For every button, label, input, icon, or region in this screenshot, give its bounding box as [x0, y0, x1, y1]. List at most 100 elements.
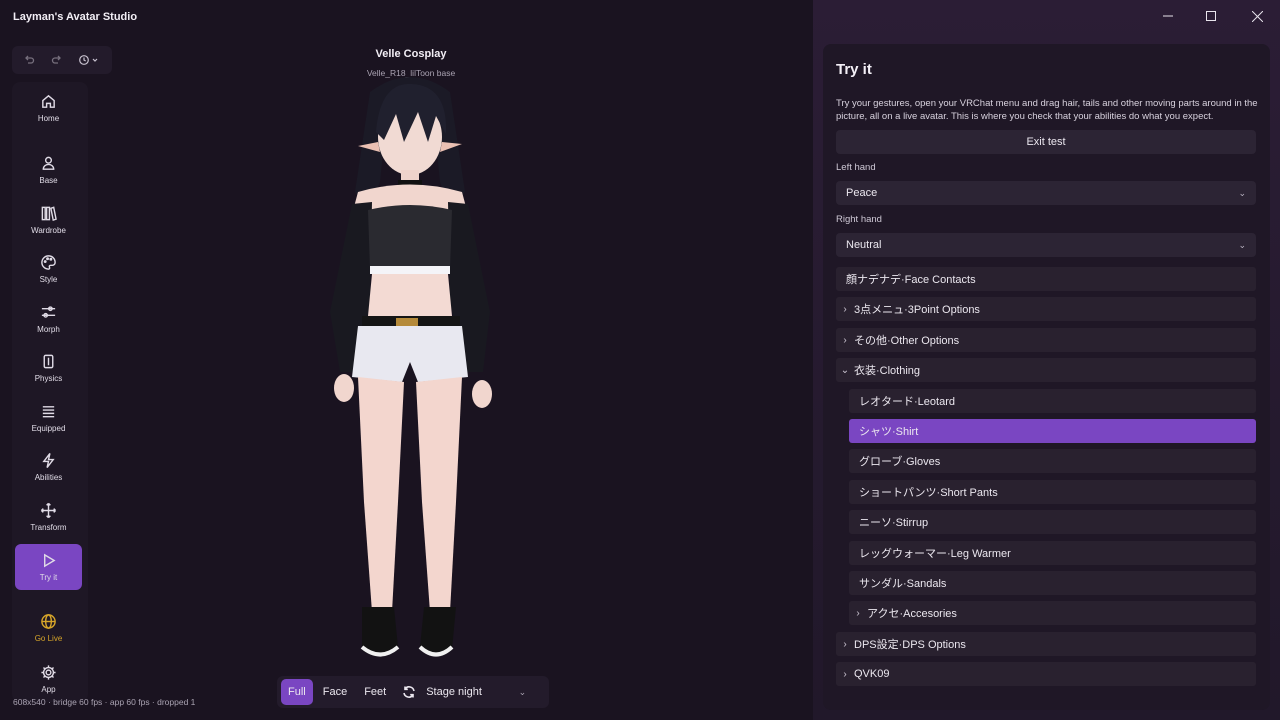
sidebar-item-label: Base [39, 176, 58, 185]
view-face-button[interactable]: Face [316, 679, 354, 705]
sidebar-item-label: Wardrobe [31, 226, 66, 235]
sidebar-item-physics[interactable]: Physics [15, 345, 82, 391]
bolt-icon [42, 452, 55, 469]
sidebar-item-label: Go Live [34, 634, 63, 643]
history-icon[interactable] [74, 49, 104, 71]
stage-select-value: Stage night [426, 686, 482, 698]
right-hand-label: Right hand [836, 214, 882, 225]
sidebar-item-wardrobe[interactable]: Wardrobe [15, 197, 82, 243]
chevron-right-icon: › [856, 607, 860, 619]
chevron-down-icon: ⌄ [1238, 187, 1246, 198]
menu-row[interactable]: › 3点メニュ·3Point Options [836, 297, 1256, 321]
sidebar-item-label: Try it [39, 573, 58, 582]
menu-row-label: ニーソ·Stirrup [859, 517, 929, 529]
sidebar-item-style[interactable]: Style [15, 246, 82, 292]
try-it-panel: Try it Try your gestures, open your VRCh… [823, 44, 1270, 710]
move-icon [40, 502, 57, 519]
minimize-icon[interactable] [1158, 8, 1178, 24]
sidebar-item-label: Transform [30, 523, 67, 532]
history-toolbar [12, 46, 112, 74]
menu-row[interactable]: シャツ·Shirt [849, 419, 1256, 443]
chevron-right-icon: › [843, 638, 847, 650]
menu-row-label: グローブ·Gloves [859, 456, 941, 468]
chevron-down-icon: ⌄ [840, 364, 850, 376]
sidebar-item-label: App [41, 685, 56, 694]
left-hand-label: Left hand [836, 162, 876, 173]
menu-row-label: ショートパンツ·Short Pants [859, 487, 998, 499]
sidebar-item-app[interactable]: App [15, 656, 82, 702]
menu-row[interactable]: ニーソ·Stirrup [849, 510, 1256, 534]
view-feet-button[interactable]: Feet [357, 679, 393, 705]
menu-row[interactable]: › DPS設定·DPS Options [836, 632, 1256, 656]
sidebar-item-equipped[interactable]: Equipped [15, 395, 82, 441]
avatar-name: Velle Cosplay [375, 48, 447, 60]
performance-stats: 608x540 · bridge 60 fps · app 60 fps · d… [13, 697, 196, 707]
globe-icon [41, 614, 56, 629]
menu-row-label: その他·Other Options [854, 335, 960, 347]
refresh-icon[interactable] [396, 679, 422, 705]
exit-test-button[interactable]: Exit test [836, 130, 1256, 154]
play-icon [44, 553, 56, 568]
chevron-down-icon: ⌄ [1238, 239, 1246, 250]
menu-row[interactable]: レオタード·Leotard [849, 389, 1256, 413]
sidebar-item-label: Equipped [31, 424, 66, 433]
sidebar-item-transform[interactable]: Transform [15, 494, 82, 540]
undo-icon[interactable] [18, 49, 40, 71]
menu-row[interactable]: › その他·Other Options [836, 328, 1256, 352]
chevron-right-icon: › [843, 303, 847, 315]
view-toolbar: Full Face Feet Stage night ⌄ [277, 676, 549, 708]
right-hand-select[interactable]: Neutral ⌄ [836, 233, 1256, 257]
menu-row[interactable]: ⌄ 衣装·Clothing [836, 358, 1256, 382]
sidebar-item-home[interactable]: Home [15, 85, 82, 131]
sidebar-item-label: Home [37, 114, 60, 123]
menu-row-label: 3点メニュ·3Point Options [854, 304, 980, 316]
menu-row[interactable]: グローブ·Gloves [849, 449, 1256, 473]
left-hand-value: Peace [846, 187, 878, 199]
maximize-icon[interactable] [1201, 8, 1221, 24]
chevron-right-icon: › [843, 334, 847, 346]
sidebar-item-label: Abilities [34, 473, 63, 482]
stage-select[interactable]: Stage night ⌄ [426, 686, 526, 698]
menu-row[interactable]: › アクセ·Accesories [849, 601, 1256, 625]
menu-row-label: アクセ·Accesories [867, 608, 957, 620]
home-icon [42, 94, 55, 108]
right-hand-value: Neutral [846, 239, 882, 251]
list-icon [42, 406, 55, 418]
menu-row[interactable]: レッグウォーマー·Leg Warmer [849, 541, 1256, 565]
menu-row[interactable]: サンダル·Sandals [849, 571, 1256, 595]
person-icon [42, 156, 55, 170]
menu-row-label: サンダル·Sandals [859, 578, 947, 590]
menu-row-label: シャツ·Shirt [859, 426, 919, 438]
menu-row-label: レッグウォーマー·Leg Warmer [859, 548, 1011, 560]
sidebar-item-label: Morph [37, 325, 60, 334]
wardrobe-icon [41, 206, 57, 222]
menu-row-label: DPS設定·DPS Options [854, 639, 966, 651]
sidebar-item-label: Physics [34, 374, 63, 383]
avatar-figure[interactable] [300, 72, 520, 667]
app-title: Layman's Avatar Studio [13, 11, 138, 23]
close-icon[interactable] [1247, 8, 1267, 24]
menu-row[interactable]: 顔ナデナデ·Face Contacts [836, 267, 1256, 291]
gear-icon [41, 665, 56, 680]
panel-description: Try your gestures, open your VRChat menu… [836, 98, 1258, 122]
chevron-down-icon: ⌄ [518, 686, 527, 697]
sidebar-item-base[interactable]: Base [15, 147, 82, 193]
avatar-viewport[interactable]: Layman's Avatar Studio Home Base Wardrob… [0, 0, 813, 720]
chevron-right-icon: › [843, 668, 847, 680]
sidebar-item-try-it[interactable]: Try it [15, 544, 82, 590]
sidebar: Home Base Wardrobe Style Morph Physics E… [12, 82, 88, 702]
palette-icon [41, 255, 56, 270]
menu-row[interactable]: ショートパンツ·Short Pants [849, 480, 1256, 504]
menu-row-label: レオタード·Leotard [859, 396, 955, 408]
menu-row-label: 衣装·Clothing [854, 365, 921, 377]
view-full-button[interactable]: Full [281, 679, 313, 705]
sidebar-item-morph[interactable]: Morph [15, 296, 82, 342]
sidebar-item-go-live[interactable]: Go Live [15, 605, 82, 651]
sliders-icon [41, 306, 56, 318]
redo-icon[interactable] [46, 49, 68, 71]
physics-icon [43, 354, 54, 369]
menu-row[interactable]: › QVK09 [836, 662, 1256, 686]
sidebar-item-abilities[interactable]: Abilities [15, 444, 82, 490]
panel-title: Try it [836, 61, 872, 78]
left-hand-select[interactable]: Peace ⌄ [836, 181, 1256, 205]
